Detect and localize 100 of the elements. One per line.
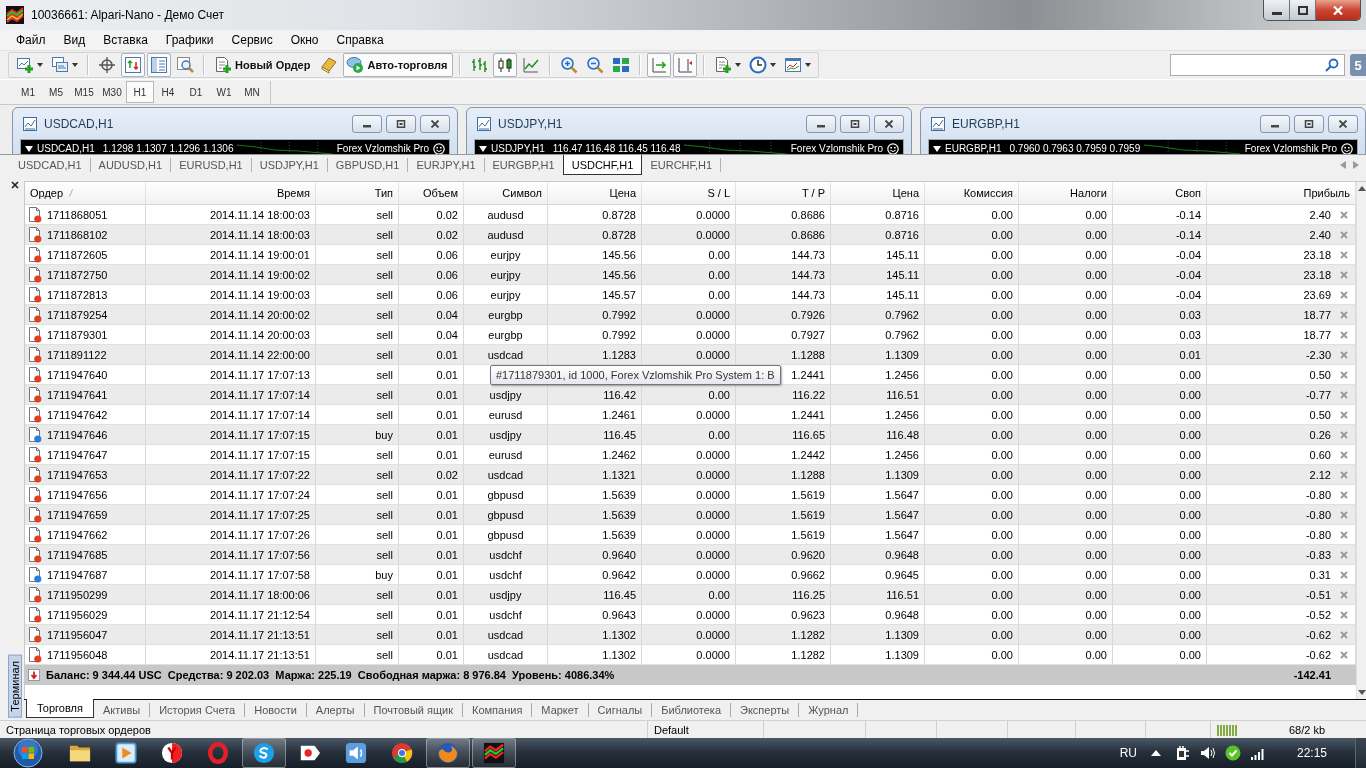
scrollbar[interactable] — [1356, 182, 1366, 699]
chart-tab[interactable]: EURCHF,H1 — [642, 158, 722, 172]
toolbar-button[interactable] — [121, 53, 145, 77]
menu-item[interactable]: Справка — [327, 33, 393, 47]
timeframe-button[interactable]: M5 — [42, 81, 70, 103]
caret-icon[interactable] — [933, 146, 941, 152]
table-cell: buy — [375, 428, 393, 441]
scroll-up-icon[interactable] — [1357, 186, 1366, 191]
column-header[interactable]: S / L — [707, 187, 730, 199]
timeframe-button[interactable]: M15 — [70, 81, 98, 103]
table-cell: usdcad — [487, 628, 524, 641]
chart-tab[interactable]: USDCAD,H1 — [10, 158, 91, 172]
maximize-button[interactable] — [840, 114, 870, 133]
clock[interactable]: 22:15 — [1296, 746, 1327, 760]
scroll-left-icon[interactable] — [1340, 161, 1346, 169]
minimize-button[interactable] — [806, 114, 836, 133]
column-header[interactable]: Время — [276, 187, 310, 199]
table-cell: -0.80 — [1305, 488, 1331, 501]
panel-tab[interactable]: Журнал — [799, 703, 859, 717]
terminal-label[interactable]: Терминал — [8, 655, 22, 718]
caret-icon[interactable] — [1150, 750, 1161, 756]
panel-tab[interactable]: Эксперты — [731, 703, 800, 717]
language-indicator[interactable]: RU — [1119, 746, 1137, 760]
check-badge-icon[interactable] — [1224, 745, 1241, 761]
menu-item[interactable]: Файл — [7, 33, 55, 47]
table-cell: sell — [376, 308, 393, 321]
column-header[interactable]: Комиссия — [963, 187, 1013, 199]
candlestick-icon — [495, 56, 514, 74]
close-button[interactable] — [1316, 0, 1360, 20]
column-header[interactable]: T / P — [801, 187, 825, 199]
toolbar-button[interactable] — [147, 53, 171, 77]
maximize-button[interactable] — [1294, 114, 1324, 133]
timeframe-button[interactable]: D1 — [182, 81, 210, 103]
maximize-button[interactable] — [1290, 0, 1316, 20]
table-cell: 0.00 — [991, 388, 1013, 401]
minimize-button[interactable] — [1260, 114, 1290, 133]
panel-tab[interactable]: Торговля — [26, 699, 94, 718]
column-header[interactable]: Прибыль — [1303, 187, 1350, 199]
panel-tab[interactable]: Алерты — [306, 703, 365, 717]
taskbar-button[interactable] — [472, 738, 516, 768]
column-header[interactable]: Объем — [422, 187, 458, 199]
power-plug-icon[interactable] — [1174, 745, 1191, 761]
caret-icon[interactable] — [479, 146, 487, 152]
timeframe-button[interactable]: M1 — [14, 81, 42, 103]
timeframe-button[interactable]: H4 — [154, 81, 182, 103]
speaker-icon[interactable] — [1199, 745, 1216, 761]
toolbar-button[interactable]: Новый Ордер — [211, 53, 316, 77]
chart-tab[interactable]: EURJPY,H1 — [408, 158, 485, 172]
table-cell: 1711891122 — [47, 348, 107, 361]
chart-tab[interactable]: USDJPY,H1 — [251, 158, 328, 172]
minimize-button[interactable] — [1264, 0, 1290, 20]
column-header[interactable]: Цена — [892, 187, 919, 199]
maximize-button[interactable] — [386, 114, 416, 133]
table-cell: 0.03 — [1179, 328, 1201, 341]
panel-tab[interactable]: Активы — [93, 703, 151, 717]
toolbar-button[interactable]: Авто-торговля — [343, 53, 453, 77]
close-button[interactable] — [1328, 114, 1358, 133]
menu-item[interactable]: Окно — [281, 33, 328, 47]
panel-tab[interactable]: История Счета — [150, 703, 246, 717]
table-cell: 0.00 — [1179, 528, 1201, 541]
close-button[interactable] — [874, 114, 904, 133]
timeframe-button[interactable]: W1 — [210, 81, 238, 103]
close-button[interactable] — [420, 114, 450, 133]
table-cell: 0.00 — [1085, 588, 1107, 601]
close-icon[interactable] — [11, 181, 19, 189]
minimize-button[interactable] — [352, 114, 382, 133]
panel-tab[interactable]: Компания — [463, 703, 533, 717]
table-cell: 0.01 — [436, 588, 458, 601]
timeframe-button[interactable]: H1 — [126, 81, 154, 103]
column-header[interactable]: Символ — [502, 187, 542, 199]
chart-tab[interactable]: AUDUSD,H1 — [90, 158, 172, 172]
menu-item[interactable]: Вид — [54, 33, 95, 47]
taskbar-button[interactable] — [242, 738, 286, 768]
chart-tab[interactable]: USDCHF,H1 — [562, 155, 643, 175]
chart-tab[interactable]: GBPUSD,H1 — [327, 158, 409, 172]
toolbar-button[interactable] — [492, 53, 517, 77]
column-header[interactable]: Налоги — [1070, 187, 1107, 199]
panel-tab[interactable]: Маркет — [532, 703, 589, 717]
search-field[interactable] — [1170, 54, 1345, 76]
column-header[interactable]: Ордер — [30, 187, 64, 199]
panel-tab[interactable]: Библиотека — [652, 703, 732, 717]
timeframe-button[interactable]: M30 — [98, 81, 126, 103]
show-desktop-button[interactable] — [1355, 738, 1366, 768]
menu-item[interactable]: Сервис — [222, 33, 282, 47]
scroll-down-icon[interactable] — [1357, 690, 1366, 695]
column-header[interactable]: Цена — [609, 187, 636, 199]
chart-tab[interactable]: EURUSD,H1 — [171, 158, 252, 172]
panel-tab[interactable]: Почтовый ящик — [364, 703, 463, 717]
timeframe-button[interactable]: MN — [238, 81, 266, 103]
table-cell: 0.01 — [436, 448, 458, 461]
column-header[interactable]: Своп — [1175, 187, 1201, 199]
scroll-right-icon[interactable] — [1353, 161, 1359, 169]
table-cell: 1.1288 — [791, 468, 825, 481]
menu-item[interactable]: Вставка — [94, 33, 157, 47]
panel-tab[interactable]: Сигналы — [588, 703, 653, 717]
panel-tab[interactable]: Новости — [245, 703, 307, 717]
window-arrows-icon — [124, 56, 142, 74]
caret-icon[interactable] — [25, 146, 33, 152]
menu-item[interactable]: Графики — [156, 33, 223, 47]
column-header[interactable]: Тип — [374, 187, 393, 199]
